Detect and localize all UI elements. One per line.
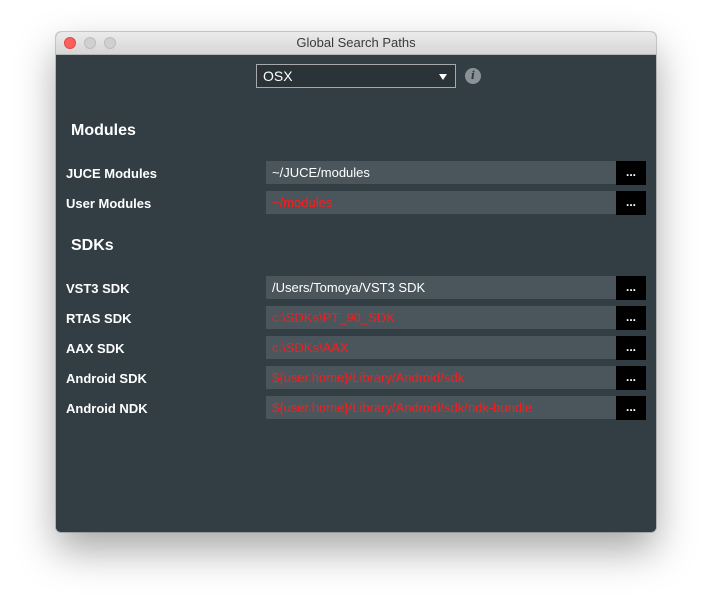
dropdown-arrow-icon (439, 74, 447, 80)
rtas-sdk-browse-button[interactable]: ... (616, 306, 646, 330)
aax-sdk-browse-button[interactable]: ... (616, 336, 646, 360)
android-sdk-path-field[interactable]: ${user.home}/Library/Android/sdk (266, 366, 616, 389)
aax-sdk-label: AAX SDK (66, 341, 125, 356)
android-sdk-browse-button[interactable]: ... (616, 366, 646, 390)
global-search-paths-window: Global Search Paths OSX i Modules JUCE M… (56, 32, 656, 532)
title-bar[interactable]: Global Search Paths (56, 32, 656, 55)
rtas-sdk-label: RTAS SDK (66, 311, 132, 326)
user-modules-label: User Modules (66, 196, 152, 211)
android-ndk-path-field[interactable]: ${user.home}/Library/Android/sdk/ndk-bun… (266, 396, 616, 419)
user-modules-browse-button[interactable]: ... (616, 191, 646, 215)
android-ndk-browse-button[interactable]: ... (616, 396, 646, 420)
android-ndk-label: Android NDK (66, 401, 148, 416)
window-title: Global Search Paths (296, 35, 416, 50)
vst3-sdk-label: VST3 SDK (66, 281, 130, 296)
aax-sdk-path-field[interactable]: c:\SDKs\AAX (266, 336, 616, 359)
vst3-sdk-path-field[interactable]: /Users/Tomoya/VST3 SDK (266, 276, 616, 299)
android-sdk-label: Android SDK (66, 371, 147, 386)
content-area: OSX i Modules JUCE Modules ~/JUCE/module… (56, 55, 656, 532)
rtas-sdk-path-field[interactable]: c:\SDKs\PT_90_SDK (266, 306, 616, 329)
modules-heading: Modules (71, 122, 136, 139)
vst3-sdk-browse-button[interactable]: ... (616, 276, 646, 300)
os-selector-value: OSX (263, 68, 293, 84)
juce-modules-path-field[interactable]: ~/JUCE/modules (266, 161, 616, 184)
os-selector-dropdown[interactable]: OSX (256, 64, 456, 88)
user-modules-path-field[interactable]: ~/modules (266, 191, 616, 214)
juce-modules-browse-button[interactable]: ... (616, 161, 646, 185)
sdks-heading: SDKs (71, 237, 114, 254)
info-icon[interactable]: i (465, 68, 481, 84)
juce-modules-label: JUCE Modules (66, 166, 158, 181)
